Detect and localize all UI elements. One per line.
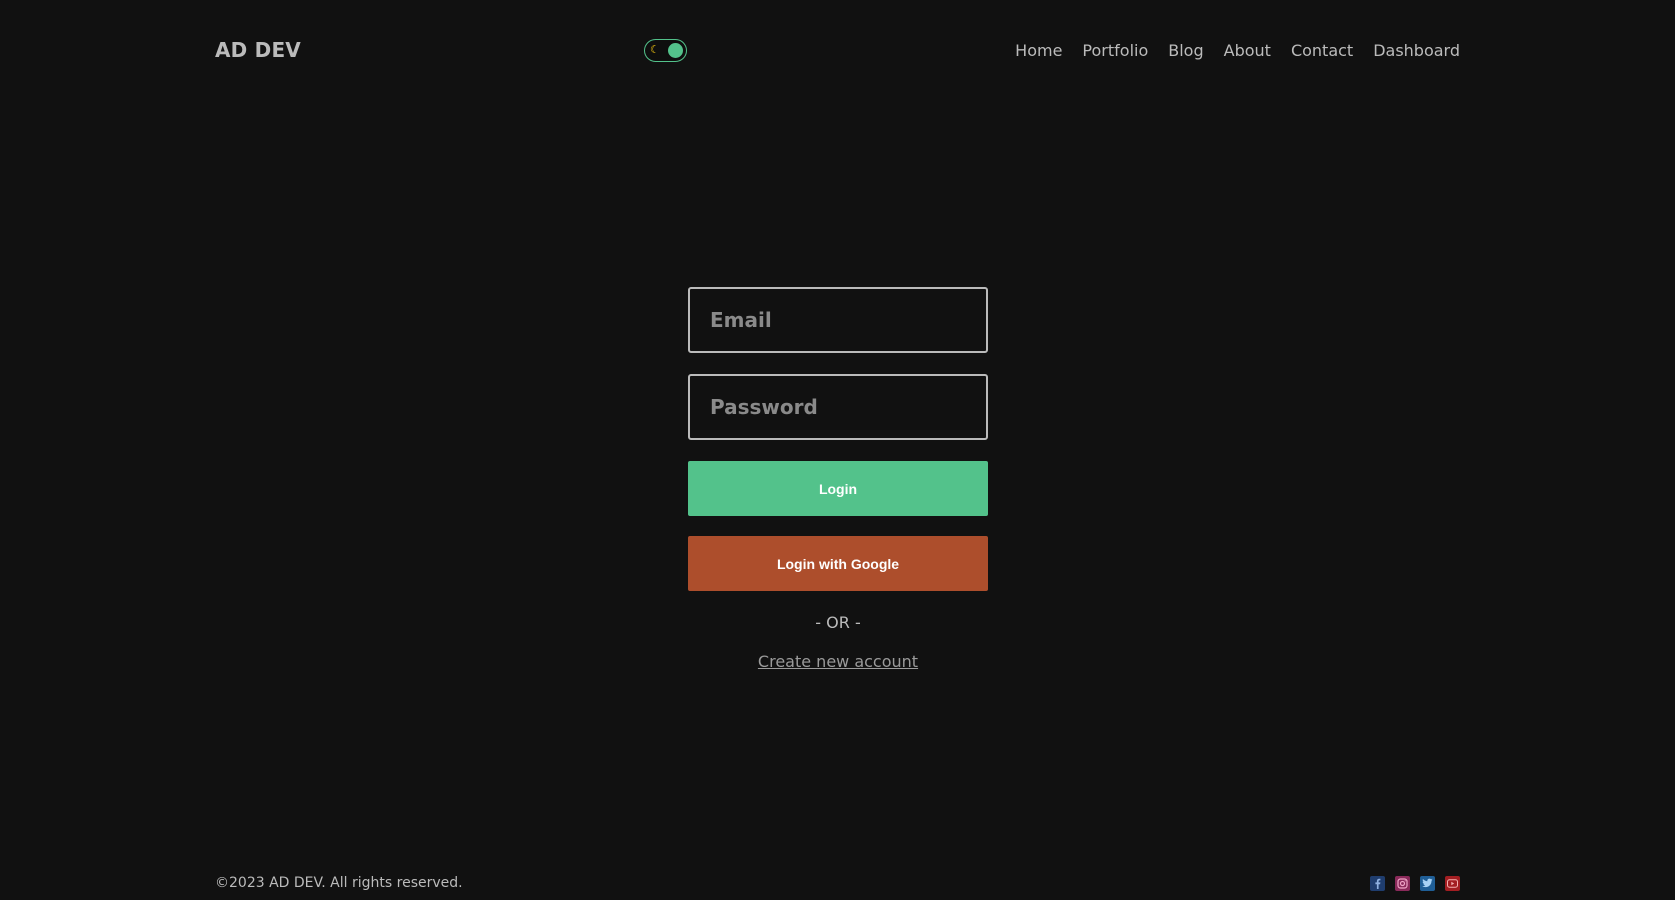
login-form: Login Login with Google - OR - Create ne… <box>688 287 988 671</box>
site-logo[interactable]: AD DEV <box>215 38 301 62</box>
nav-link-blog[interactable]: Blog <box>1168 41 1203 60</box>
page: AD DEV ☾ Home Portfolio Blog About Conta… <box>0 0 1675 900</box>
google-login-button[interactable]: Login with Google <box>688 536 988 591</box>
nav-link-about[interactable]: About <box>1224 41 1271 60</box>
toggle-knob <box>668 43 683 58</box>
main-nav: Home Portfolio Blog About Contact Dashbo… <box>1015 41 1460 60</box>
twitter-icon[interactable] <box>1420 875 1435 891</box>
theme-toggle[interactable]: ☾ <box>644 39 687 62</box>
nav-link-home[interactable]: Home <box>1015 41 1062 60</box>
youtube-icon[interactable] <box>1445 875 1460 891</box>
password-field[interactable] <box>688 374 988 440</box>
footer: ©2023 AD DEV. All rights reserved. <box>215 872 1460 894</box>
email-field[interactable] <box>688 287 988 353</box>
create-account-link[interactable]: Create new account <box>758 652 918 671</box>
navbar: AD DEV ☾ Home Portfolio Blog About Conta… <box>215 28 1460 72</box>
copyright-text: ©2023 AD DEV. All rights reserved. <box>215 875 463 891</box>
social-links <box>1370 875 1460 891</box>
nav-link-portfolio[interactable]: Portfolio <box>1082 41 1148 60</box>
or-separator: - OR - <box>815 613 861 632</box>
nav-link-dashboard[interactable]: Dashboard <box>1373 41 1460 60</box>
facebook-icon[interactable] <box>1370 875 1385 891</box>
instagram-icon[interactable] <box>1395 875 1410 891</box>
moon-icon: ☾ <box>650 44 660 56</box>
login-button[interactable]: Login <box>688 461 988 516</box>
nav-link-contact[interactable]: Contact <box>1291 41 1353 60</box>
